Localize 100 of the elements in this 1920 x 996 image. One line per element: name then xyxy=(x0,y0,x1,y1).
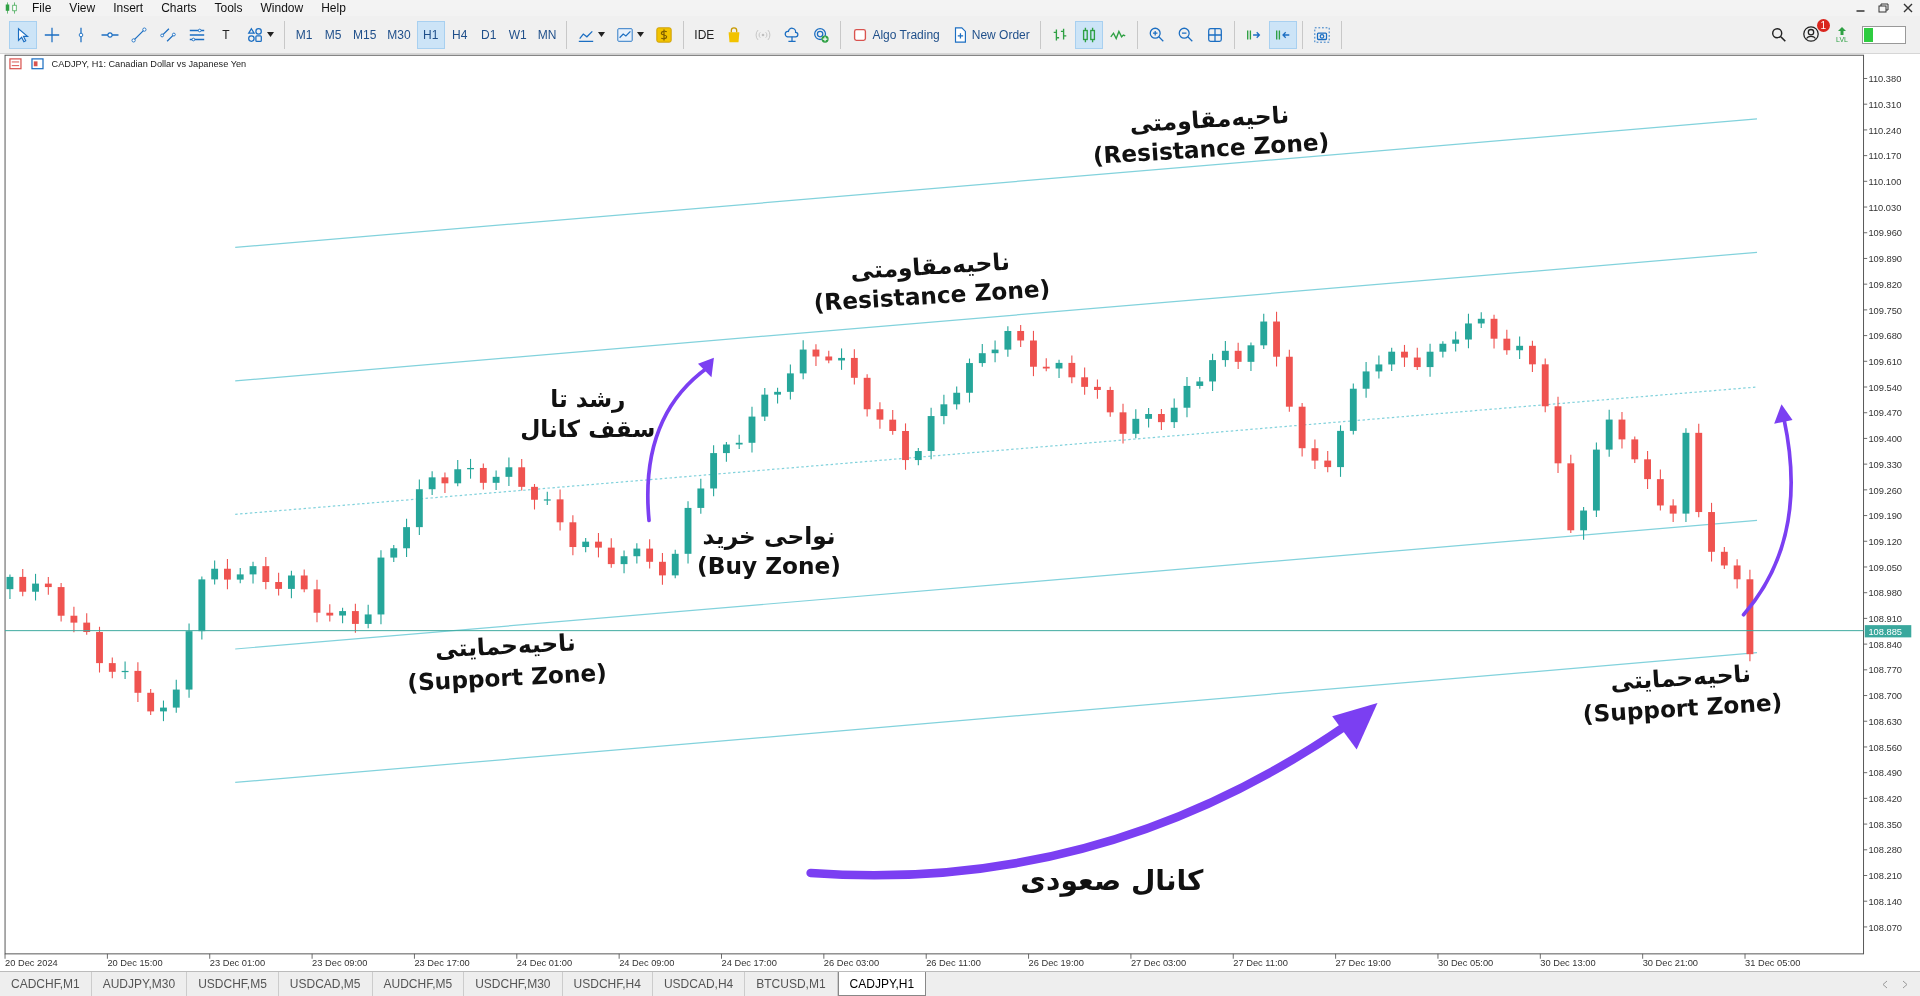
shapes-icon xyxy=(246,25,264,44)
chart-tab[interactable]: USDCAD,H4 xyxy=(652,972,746,996)
price-label: 109.540 xyxy=(1868,382,1903,393)
price-label: 108.070 xyxy=(1868,922,1903,933)
price-label: 108.840 xyxy=(1868,639,1903,650)
price-label: 108.280 xyxy=(1868,845,1903,856)
timeframe-button[interactable]: MN xyxy=(532,20,562,49)
annotation-text: ناحیه‌حمایتی xyxy=(1609,659,1752,695)
price-label: 109.260 xyxy=(1868,485,1903,496)
price-label: 109.470 xyxy=(1868,408,1903,419)
menu-item[interactable]: Charts xyxy=(155,1,209,15)
chart-tab[interactable]: AUDCHF,M5 xyxy=(372,972,465,996)
minimize-icon xyxy=(1856,10,1865,12)
price-label: 109.680 xyxy=(1868,331,1903,342)
menu-item[interactable]: File xyxy=(26,1,64,15)
annotation-text: (Buy Zone) xyxy=(697,552,841,580)
grid-icon xyxy=(1205,25,1224,44)
meter-icon xyxy=(1862,25,1906,44)
chart-tab[interactable]: USDCHF,M30 xyxy=(464,972,563,996)
price-label: 109.120 xyxy=(1868,536,1903,547)
menu-item[interactable]: Window xyxy=(254,1,316,15)
close-icon xyxy=(1901,2,1915,14)
time-label: 26 Dec 03:00 xyxy=(823,958,880,969)
price-label: 108.490 xyxy=(1868,768,1903,779)
price-label: 109.610 xyxy=(1868,356,1903,367)
price-label: 109.400 xyxy=(1868,434,1903,445)
menu-item[interactable]: Tools xyxy=(208,1,255,15)
menu-item[interactable]: Insert xyxy=(107,1,156,15)
current-price-badge: 108.885 xyxy=(1864,625,1912,638)
chart-title: CADJPY, H1: Canadian Dollar vs Japanese Yen xyxy=(51,59,247,70)
annotation-text: رشد تا xyxy=(550,384,626,412)
price-label: 108.560 xyxy=(1868,742,1903,753)
timeframe-button[interactable]: M5 xyxy=(319,20,347,49)
chart-tab[interactable]: BTCUSD,M1 xyxy=(745,972,838,996)
price-label: 110.030 xyxy=(1868,202,1902,213)
price-label: 108.700 xyxy=(1868,691,1903,702)
chart-tab[interactable]: CADJPY,H1 xyxy=(837,972,927,996)
annotation-text: سقف کانال xyxy=(520,415,656,443)
price-label: 109.750 xyxy=(1868,305,1903,316)
timeframe-button[interactable]: H4 xyxy=(445,20,474,49)
price-label: 108.630 xyxy=(1868,716,1903,727)
toolbar-button[interactable]: New Order xyxy=(945,20,1035,49)
time-label: 26 Dec 19:00 xyxy=(1028,958,1084,969)
time-label: 30 Dec 21:00 xyxy=(1642,958,1698,969)
timeframe-button[interactable]: M15 xyxy=(348,20,382,49)
price-label: 109.890 xyxy=(1868,254,1903,265)
notification-badge: 1 xyxy=(1816,18,1831,32)
time-label: 27 Dec 11:00 xyxy=(1233,958,1288,969)
restore-icon xyxy=(1877,2,1891,14)
account-icon xyxy=(1802,24,1821,43)
price-label: 108.910 xyxy=(1868,614,1903,625)
timeframe-button[interactable]: M1 xyxy=(290,20,318,49)
annotation-text: ناحیه‌حمایتی xyxy=(434,628,577,663)
price-label: 109.330 xyxy=(1868,459,1903,470)
price-label: 110.170 xyxy=(1868,151,1902,162)
chart-window-icon xyxy=(616,25,635,44)
toolbar-button[interactable]: IDE xyxy=(689,20,720,49)
annotation-text: نواحی خرید xyxy=(702,521,836,549)
menu-item[interactable]: View xyxy=(63,1,108,15)
time-label: 20 Dec 2024 xyxy=(5,958,58,969)
toolbar-button[interactable] xyxy=(1268,20,1297,49)
up-arrow-icon xyxy=(1837,26,1848,36)
time-label: 26 Dec 11:00 xyxy=(926,958,981,969)
price-label: 108.980 xyxy=(1868,588,1903,599)
chart-tab[interactable]: CADCHF,M1 xyxy=(0,972,92,996)
time-label: 24 Dec 09:00 xyxy=(619,958,675,969)
price-label: 110.310 xyxy=(1868,99,1902,110)
chevron-left-icon xyxy=(1882,979,1888,989)
camera-icon xyxy=(1312,25,1331,44)
time-label: 30 Dec 05:00 xyxy=(1437,958,1494,969)
zoom-out-icon xyxy=(1176,25,1195,44)
price-label: 108.350 xyxy=(1868,819,1903,830)
price-label: 108.770 xyxy=(1868,665,1903,676)
globe-plus-icon xyxy=(812,25,831,44)
search-icon xyxy=(1770,25,1789,44)
timeframe-button[interactable]: M30 xyxy=(382,20,416,49)
trendline-icon xyxy=(130,25,148,44)
price-label: 109.820 xyxy=(1868,279,1903,290)
price-label: 108.420 xyxy=(1868,794,1903,805)
price-label: 110.380 xyxy=(1868,74,1902,85)
horizontal-line-icon xyxy=(101,31,119,38)
chart-tab[interactable]: USDCAD,M5 xyxy=(278,972,373,996)
toolbar-button[interactable]: Algo Trading xyxy=(846,20,945,49)
chart-header-icon xyxy=(9,58,44,70)
timeframe-button[interactable]: D1 xyxy=(474,20,503,49)
time-label: 24 Dec 01:00 xyxy=(516,958,573,969)
chart-tab[interactable]: USDCHF,H4 xyxy=(562,972,653,996)
toolbar-button[interactable]: T xyxy=(212,20,240,49)
chart-tab[interactable]: AUDJPY,M30 xyxy=(91,972,188,996)
chart-tab[interactable]: USDCHF,M5 xyxy=(187,972,279,996)
price-label: 109.190 xyxy=(1868,511,1903,522)
channel-icon xyxy=(159,25,177,44)
toolbar-button[interactable] xyxy=(1074,20,1103,49)
zoom-in-icon xyxy=(1147,25,1166,44)
time-label: 27 Dec 03:00 xyxy=(1130,958,1187,969)
toolbar-button[interactable] xyxy=(9,20,37,49)
timeframe-button[interactable]: W1 xyxy=(503,20,532,49)
price-label: 109.960 xyxy=(1868,228,1903,239)
timeframe-button[interactable]: H1 xyxy=(416,20,445,49)
menu-item[interactable]: Help xyxy=(315,1,358,15)
